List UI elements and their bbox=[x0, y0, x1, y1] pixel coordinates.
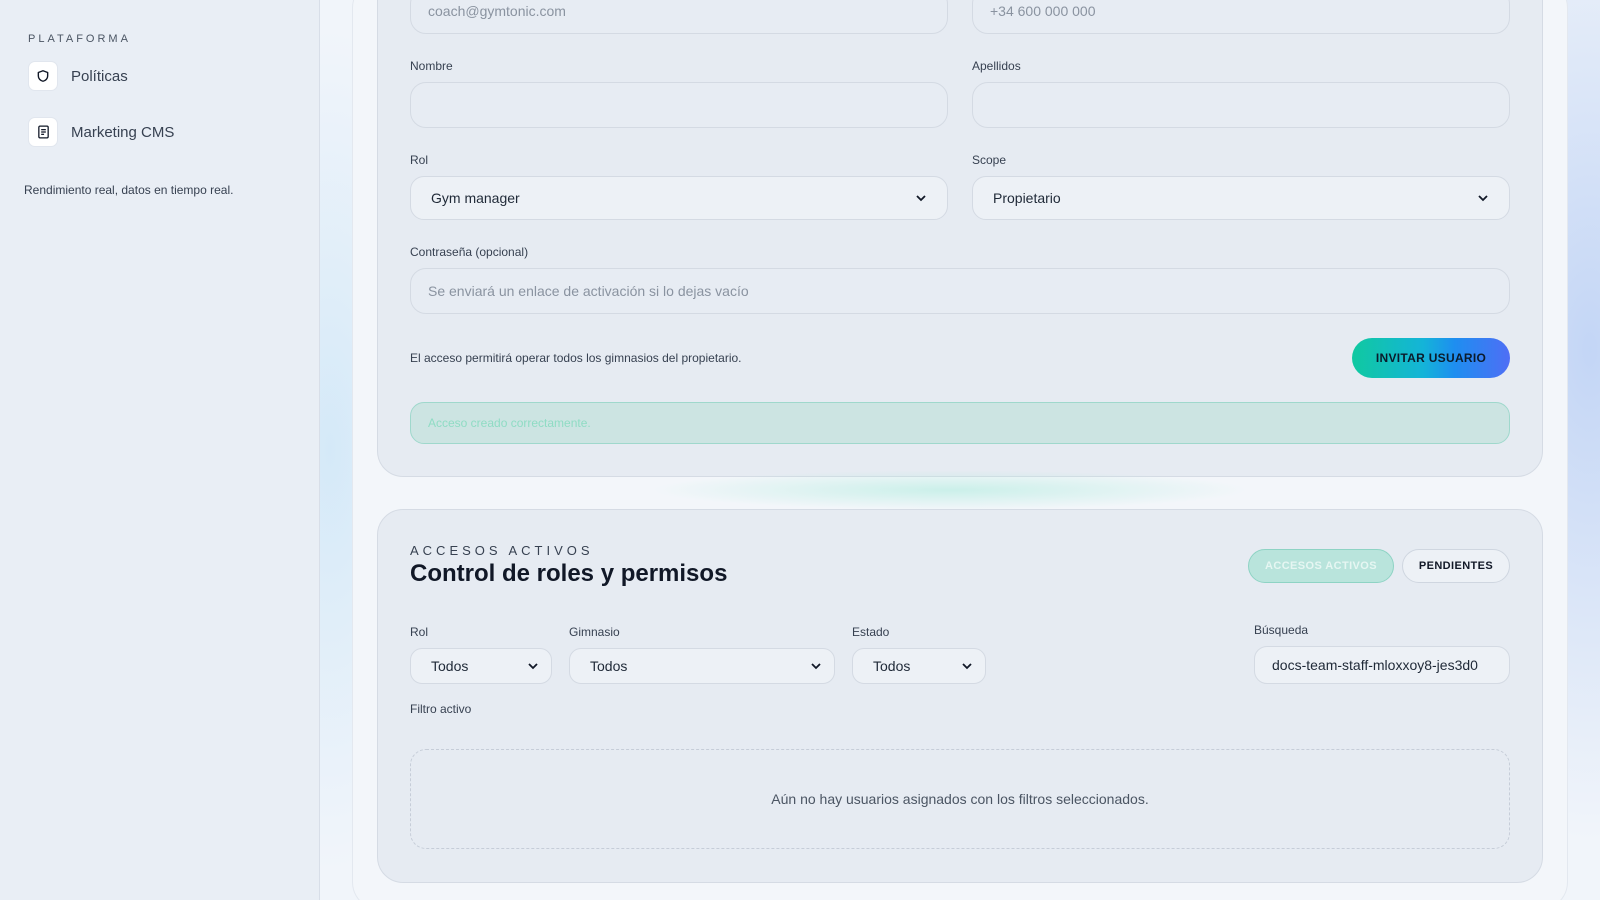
filter-rol-select[interactable]: Todos bbox=[410, 648, 552, 684]
tab-accesos-activos[interactable]: ACCESOS ACTIVOS bbox=[1248, 549, 1394, 583]
section-eyebrow: ACCESOS ACTIVOS bbox=[410, 543, 594, 558]
chevron-down-icon bbox=[811, 663, 821, 670]
rol-select-value: Gym manager bbox=[431, 190, 520, 206]
rol-select[interactable]: Gym manager bbox=[410, 176, 948, 220]
filter-estado-value: Todos bbox=[873, 658, 911, 674]
success-alert-text: Acceso creado correctamente. bbox=[428, 416, 591, 430]
filter-gimnasio-select[interactable]: Todos bbox=[569, 648, 835, 684]
apellidos-input[interactable] bbox=[972, 82, 1510, 128]
empty-state: Aún no hay usuarios asignados con los fi… bbox=[410, 749, 1510, 849]
chevron-down-icon bbox=[962, 663, 972, 670]
shield-icon bbox=[28, 61, 58, 91]
filter-estado-label: Estado bbox=[852, 625, 890, 639]
sidebar-item-marketing-cms[interactable]: Marketing CMS bbox=[28, 116, 174, 148]
scope-select[interactable]: Propietario bbox=[972, 176, 1510, 220]
filter-gimnasio-label: Gimnasio bbox=[569, 625, 620, 639]
sidebar-footer-text: Rendimiento real, datos en tiempo real. bbox=[24, 183, 234, 197]
filter-rol-value: Todos bbox=[431, 658, 469, 674]
sidebar-item-label: Políticas bbox=[71, 67, 128, 85]
filter-rol-label: Rol bbox=[410, 625, 429, 639]
sidebar-item-politicas[interactable]: Políticas bbox=[28, 60, 128, 92]
filter-busqueda-label: Búsqueda bbox=[1254, 623, 1309, 637]
chevron-down-icon bbox=[528, 663, 538, 670]
nombre-input[interactable] bbox=[410, 82, 948, 128]
decorative-glow bbox=[650, 470, 1250, 510]
document-icon bbox=[28, 117, 58, 147]
password-input[interactable] bbox=[410, 268, 1510, 314]
rol-label: Rol bbox=[410, 153, 429, 167]
scope-label: Scope bbox=[972, 153, 1007, 167]
nombre-label: Nombre bbox=[410, 59, 453, 73]
invite-user-button[interactable]: INVITAR USUARIO bbox=[1352, 338, 1510, 378]
success-alert: Acceso creado correctamente. bbox=[410, 402, 1510, 444]
search-input[interactable] bbox=[1254, 646, 1510, 684]
active-filter-label: Filtro activo bbox=[410, 702, 472, 716]
filter-estado-select[interactable]: Todos bbox=[852, 648, 986, 684]
phone-input[interactable] bbox=[972, 0, 1510, 34]
chevron-down-icon bbox=[1478, 195, 1488, 202]
filter-gimnasio-value: Todos bbox=[590, 658, 628, 674]
email-input[interactable] bbox=[410, 0, 948, 34]
chevron-down-icon bbox=[916, 195, 926, 202]
tab-pendientes[interactable]: PENDIENTES bbox=[1402, 549, 1510, 583]
sidebar-section-label: PLATAFORMA bbox=[28, 33, 131, 45]
password-label: Contraseña (opcional) bbox=[410, 245, 529, 259]
section-title: Control de roles y permisos bbox=[410, 560, 728, 587]
scope-hint-text: El acceso permitirá operar todos los gim… bbox=[410, 351, 742, 365]
sidebar-item-label: Marketing CMS bbox=[71, 123, 175, 141]
empty-state-message: Aún no hay usuarios asignados con los fi… bbox=[771, 791, 1149, 807]
sidebar: PLATAFORMA Políticas Marketing CMS Rendi… bbox=[0, 0, 320, 900]
apellidos-label: Apellidos bbox=[972, 59, 1021, 73]
scope-select-value: Propietario bbox=[993, 190, 1061, 206]
